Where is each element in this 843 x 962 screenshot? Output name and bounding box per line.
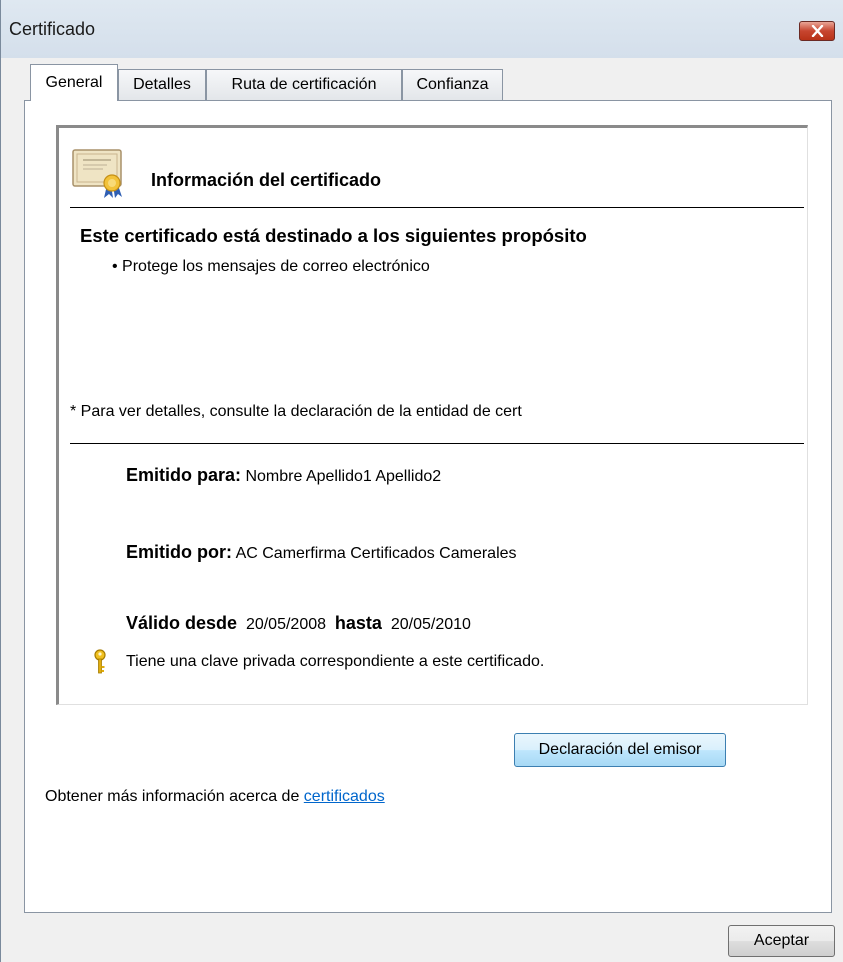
validity-row: Válido desde 20/05/2008 hasta 20/05/2010 bbox=[126, 613, 471, 634]
close-icon bbox=[811, 25, 824, 37]
issued-to-row: Emitido para: Nombre Apellido1 Apellido2 bbox=[126, 465, 441, 486]
close-button[interactable] bbox=[799, 21, 835, 41]
tab-trust[interactable]: Confianza bbox=[402, 69, 503, 100]
window-title: Certificado bbox=[9, 19, 96, 39]
private-key-note: Tiene una clave privada correspondiente … bbox=[126, 653, 545, 670]
certificate-icon bbox=[72, 149, 122, 198]
issued-by-row: Emitido por: AC Camerfirma Certificados … bbox=[126, 542, 517, 563]
more-info-label: Obtener más información acerca de bbox=[45, 788, 304, 805]
info-title: Información del certificado bbox=[151, 170, 382, 190]
tab-details[interactable]: Detalles bbox=[118, 69, 206, 100]
issuer-statement-button[interactable]: Declaración del emisor bbox=[514, 733, 726, 767]
valid-from-label: Válido desde bbox=[126, 613, 238, 633]
issued-to-value[interactable]: Nombre Apellido1 Apellido2 bbox=[245, 468, 441, 485]
divider bbox=[70, 443, 804, 444]
purpose-heading: Este certificado está destinado a los si… bbox=[80, 225, 587, 246]
details-footnote: * Para ver detalles, consulte la declara… bbox=[70, 403, 522, 420]
purpose-item: • Protege los mensajes de correo electró… bbox=[112, 258, 430, 275]
divider bbox=[70, 207, 804, 208]
certificates-link[interactable]: certificados bbox=[304, 788, 385, 805]
more-info-text: Obtener más información acerca de certif… bbox=[45, 788, 385, 806]
issued-by-label: Emitido por: bbox=[126, 542, 232, 562]
key-icon bbox=[94, 649, 106, 674]
certificate-dialog: Certificado General Detalles Ruta de cer… bbox=[0, 0, 843, 962]
ok-button[interactable]: Aceptar bbox=[728, 925, 835, 957]
issued-to-label: Emitido para: bbox=[126, 465, 242, 485]
certificate-info-box: Información del certificado Este certifi… bbox=[56, 125, 808, 705]
tab-certification-path[interactable]: Ruta de certificación bbox=[206, 69, 402, 100]
tab-general[interactable]: General bbox=[30, 64, 118, 101]
valid-to-value[interactable]: 20/05/2010 bbox=[391, 616, 471, 633]
issued-by-value[interactable]: AC Camerfirma Certificados Camerales bbox=[236, 545, 517, 562]
general-tab-panel: Información del certificado Este certifi… bbox=[24, 100, 832, 913]
valid-from-value[interactable]: 20/05/2008 bbox=[246, 616, 326, 633]
title-bar: Certificado bbox=[1, 0, 843, 58]
valid-to-label: hasta bbox=[334, 613, 382, 633]
